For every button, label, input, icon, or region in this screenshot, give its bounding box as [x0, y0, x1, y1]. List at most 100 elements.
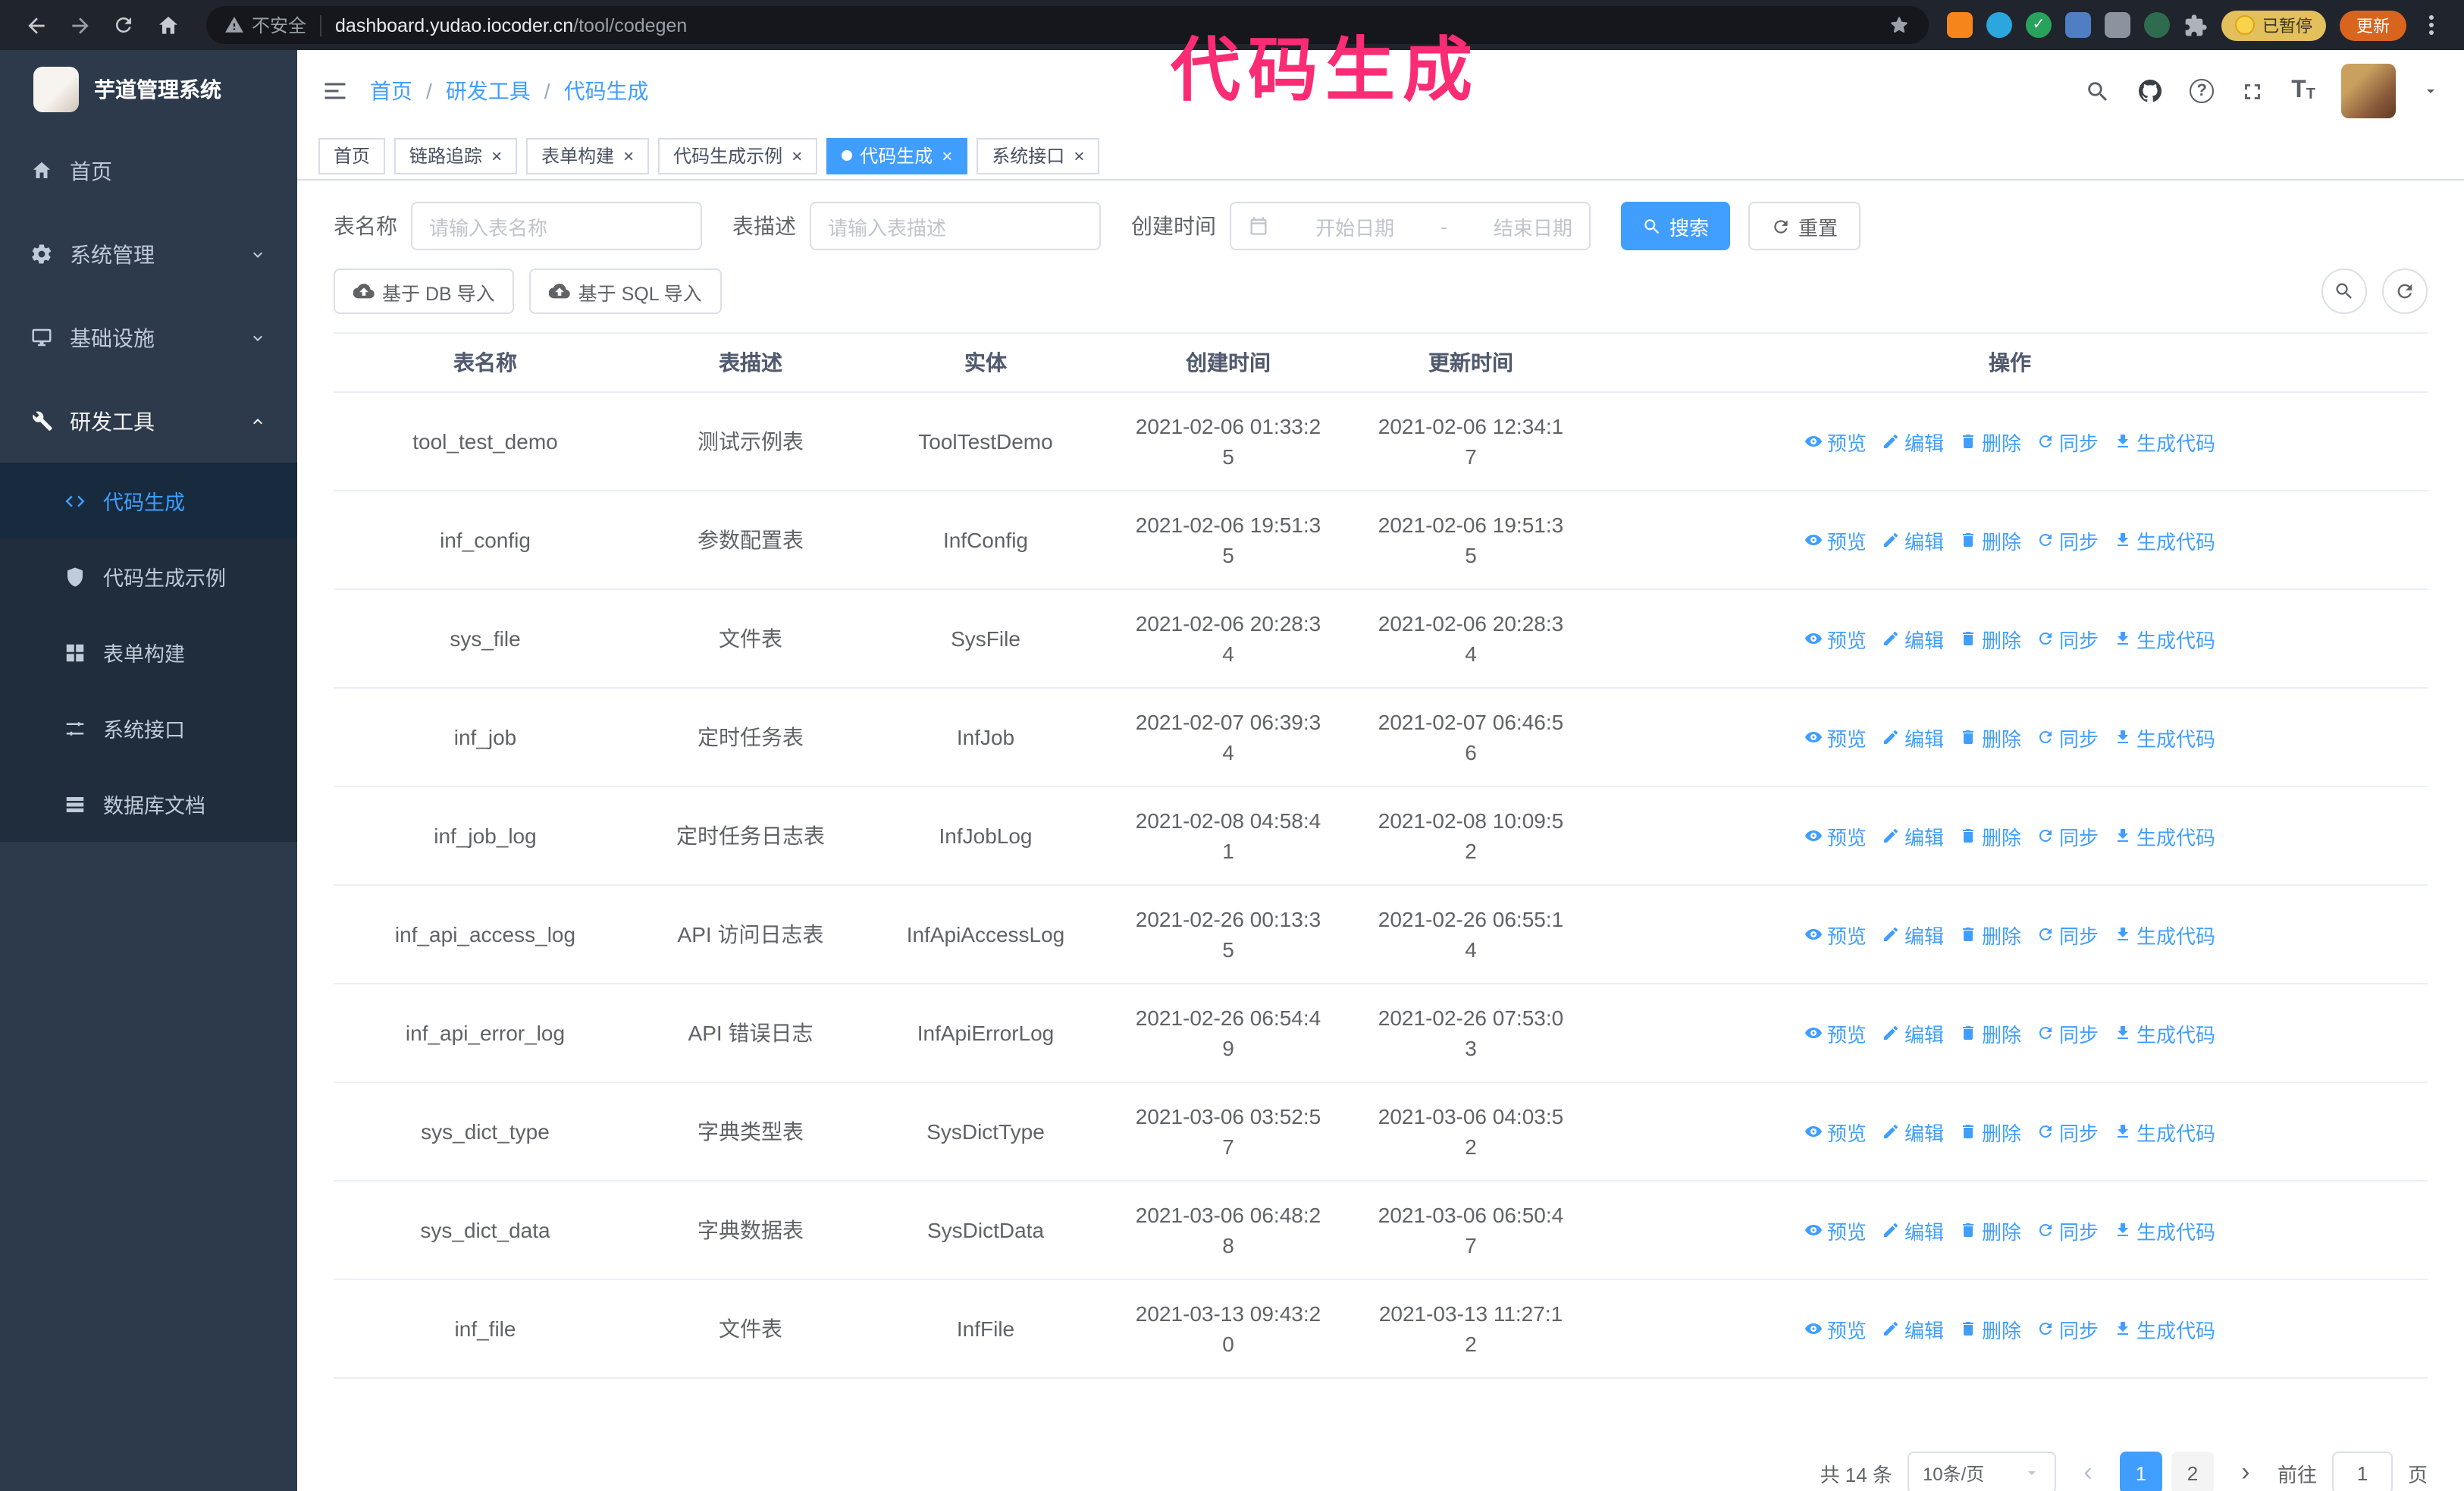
breadcrumb-dev-tools[interactable]: 研发工具 [446, 76, 531, 106]
action-sync[interactable]: 同步 [2036, 1314, 2099, 1343]
sidebar-item-codegen[interactable]: 代码生成 [0, 463, 297, 538]
action-edit[interactable]: 编辑 [1882, 723, 1944, 752]
date-range-input[interactable]: 开始日期 - 结束日期 [1230, 202, 1591, 250]
action-sync[interactable]: 同步 [2036, 821, 2099, 850]
import-db-button[interactable]: 基于 DB 导入 [334, 268, 515, 314]
sidebar-item-form-builder[interactable]: 表单构建 [0, 614, 297, 690]
address-bar[interactable]: 不安全 dashboard.yudao.iocoder.cn /tool/cod… [206, 6, 1929, 44]
action-generate-code[interactable]: 生成代码 [2114, 526, 2215, 554]
action-sync[interactable]: 同步 [2036, 1117, 2099, 1146]
action-delete[interactable]: 删除 [1959, 526, 2021, 554]
reload-icon[interactable] [103, 5, 144, 46]
action-sync[interactable]: 同步 [2036, 526, 2099, 554]
action-delete[interactable]: 删除 [1959, 1019, 2021, 1047]
action-sync[interactable]: 同步 [2036, 920, 2099, 949]
action-delete[interactable]: 删除 [1959, 1314, 2021, 1343]
action-generate-code[interactable]: 生成代码 [2114, 723, 2215, 752]
action-edit[interactable]: 编辑 [1882, 1314, 1944, 1343]
next-page-button[interactable]: › [2229, 1452, 2262, 1491]
sidebar-item-system-management[interactable]: 系统管理 [0, 212, 297, 296]
extension-drop-icon[interactable] [1986, 12, 2012, 38]
prev-page-button[interactable]: ‹ [2071, 1452, 2105, 1491]
extension-leaf-icon[interactable] [2144, 12, 2170, 38]
action-preview[interactable]: 预览 [1804, 1117, 1867, 1146]
user-avatar[interactable] [2341, 64, 2396, 118]
action-sync[interactable]: 同步 [2036, 723, 2099, 752]
action-delete[interactable]: 删除 [1959, 624, 2021, 653]
action-edit[interactable]: 编辑 [1882, 821, 1944, 850]
tab-home[interactable]: 首页 [318, 137, 386, 174]
action-sync[interactable]: 同步 [2036, 427, 2099, 456]
action-generate-code[interactable]: 生成代码 [2114, 427, 2215, 456]
browser-menu-kebab-icon[interactable] [2420, 9, 2443, 41]
action-generate-code[interactable]: 生成代码 [2114, 1019, 2215, 1047]
reset-button[interactable]: 重置 [1748, 202, 1861, 250]
caret-down-icon[interactable] [2422, 82, 2440, 100]
action-preview[interactable]: 预览 [1804, 1314, 1867, 1343]
action-delete[interactable]: 删除 [1959, 1117, 2021, 1146]
app-logo[interactable]: 芋道管理系统 [0, 50, 297, 129]
action-edit[interactable]: 编辑 [1882, 1216, 1944, 1245]
table-desc-input[interactable]: 请输入表描述 [810, 202, 1101, 250]
action-edit[interactable]: 编辑 [1882, 1019, 1944, 1047]
browser-home-icon[interactable] [147, 5, 188, 46]
bookmark-star-icon[interactable] [1888, 14, 1911, 36]
action-generate-code[interactable]: 生成代码 [2114, 1216, 2215, 1245]
breadcrumb-home[interactable]: 首页 [370, 76, 412, 106]
action-sync[interactable]: 同步 [2036, 1216, 2099, 1245]
action-generate-code[interactable]: 生成代码 [2114, 920, 2215, 949]
action-generate-code[interactable]: 生成代码 [2114, 821, 2215, 850]
sidebar-item-system-api[interactable]: 系统接口 [0, 690, 297, 766]
action-preview[interactable]: 预览 [1804, 1216, 1867, 1245]
sidebar-item-codegen-example[interactable]: 代码生成示例 [0, 538, 297, 614]
action-delete[interactable]: 删除 [1959, 427, 2021, 456]
sidebar-item-dev-tools[interactable]: 研发工具 [0, 379, 297, 463]
github-icon[interactable] [2136, 77, 2164, 105]
back-icon[interactable] [15, 5, 56, 46]
action-delete[interactable]: 删除 [1959, 1216, 2021, 1245]
tab-codegen-example[interactable]: 代码生成示例 × [658, 137, 818, 174]
font-size-icon[interactable] [2291, 79, 2315, 103]
goto-page-input[interactable]: 1 [2331, 1452, 2393, 1491]
extension-fox-icon[interactable] [1947, 12, 1973, 38]
sidebar-item-infrastructure[interactable]: 基础设施 [0, 296, 297, 379]
action-generate-code[interactable]: 生成代码 [2114, 1314, 2215, 1343]
sidebar-toggle-icon[interactable] [321, 77, 349, 105]
tab-codegen[interactable]: 代码生成 × [826, 137, 968, 174]
action-edit[interactable]: 编辑 [1882, 526, 1944, 554]
tab-form-builder[interactable]: 表单构建 × [526, 137, 650, 174]
action-preview[interactable]: 预览 [1804, 821, 1867, 850]
page-size-select[interactable]: 10条/页 [1907, 1452, 2056, 1491]
close-icon[interactable]: × [942, 146, 952, 165]
refresh-table-button[interactable] [2382, 268, 2428, 314]
action-preview[interactable]: 预览 [1804, 624, 1867, 653]
paused-extension-badge[interactable]: 已暂停 [2221, 10, 2326, 40]
update-button[interactable]: 更新 [2340, 10, 2406, 40]
action-preview[interactable]: 预览 [1804, 1019, 1867, 1047]
close-icon[interactable]: × [792, 146, 802, 165]
action-preview[interactable]: 预览 [1804, 526, 1867, 554]
action-generate-code[interactable]: 生成代码 [2114, 1117, 2215, 1146]
tab-tracing[interactable]: 链路追踪 × [394, 137, 518, 174]
extension-gray-icon[interactable] [2105, 12, 2130, 38]
search-icon[interactable] [2085, 78, 2111, 104]
close-icon[interactable]: × [491, 146, 502, 165]
table-name-input[interactable]: 请输入表名称 [411, 202, 702, 250]
action-edit[interactable]: 编辑 [1882, 1117, 1944, 1146]
help-icon[interactable] [2190, 79, 2215, 103]
extension-check-icon[interactable] [2026, 12, 2052, 38]
action-delete[interactable]: 删除 [1959, 723, 2021, 752]
action-sync[interactable]: 同步 [2036, 1019, 2099, 1047]
fullscreen-icon[interactable] [2240, 78, 2265, 104]
action-edit[interactable]: 编辑 [1882, 920, 1944, 949]
action-preview[interactable]: 预览 [1804, 723, 1867, 752]
sidebar-item-home[interactable]: 首页 [0, 129, 297, 212]
action-preview[interactable]: 预览 [1804, 920, 1867, 949]
toggle-search-button[interactable] [2321, 268, 2367, 314]
close-icon[interactable]: × [1074, 146, 1084, 165]
page-button-2[interactable]: 2 [2171, 1452, 2214, 1491]
import-sql-button[interactable]: 基于 SQL 导入 [529, 268, 722, 314]
action-generate-code[interactable]: 生成代码 [2114, 624, 2215, 653]
action-delete[interactable]: 删除 [1959, 821, 2021, 850]
action-sync[interactable]: 同步 [2036, 624, 2099, 653]
